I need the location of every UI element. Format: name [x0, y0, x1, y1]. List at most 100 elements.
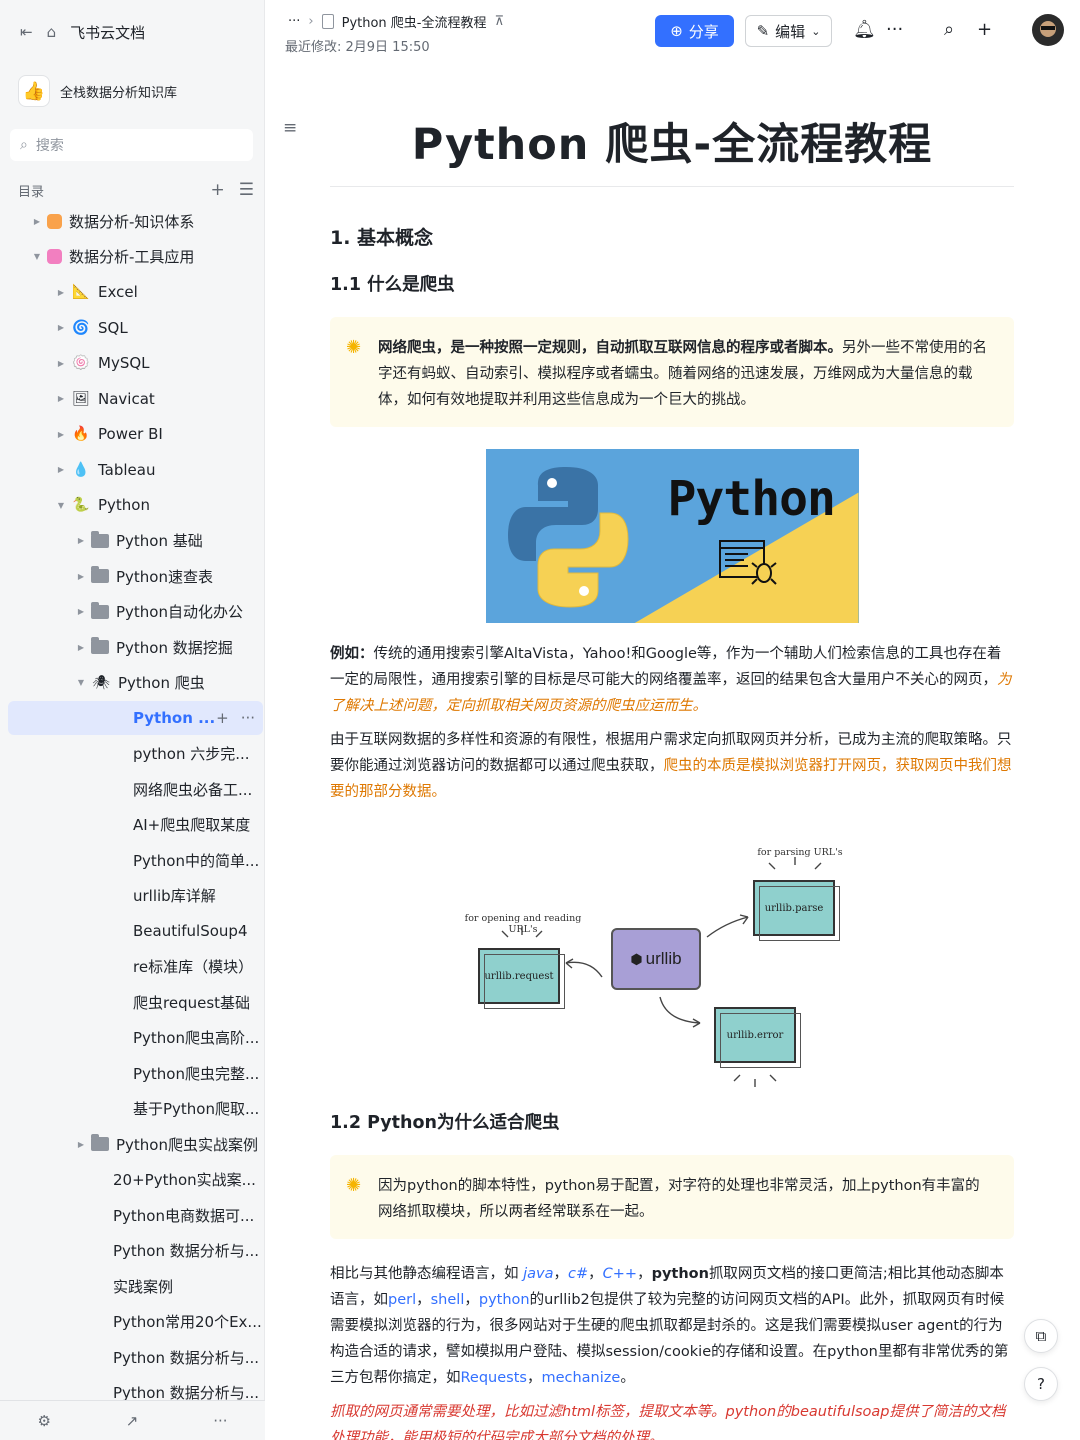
folder-icon: [91, 1134, 109, 1151]
tree-item[interactable]: Python常用20个Ex...: [8, 1305, 263, 1339]
knowledge-base-header[interactable]: 👍 全栈数据分析知识库: [18, 74, 254, 108]
callout-bold: 网络爬虫，是一种按照一定规则，自动抓取互联网信息的程序或者脚本。: [378, 340, 842, 356]
outline-icon[interactable]: ≡: [283, 118, 297, 138]
heading-2: 1.2 Python为什么适合爬虫: [330, 1113, 560, 1133]
doc-icon: [321, 14, 334, 29]
caret-right-icon[interactable]: ▶: [54, 323, 68, 332]
tree-item[interactable]: ▶ Python 基础: [8, 524, 263, 558]
tree-item[interactable]: ▶ Python速查表: [8, 559, 263, 593]
toc-header: 目录 + ☰: [18, 178, 254, 202]
tree-item[interactable]: 网络爬虫必备工...: [8, 772, 263, 806]
more-icon[interactable]: ···: [241, 709, 255, 727]
caret-right-icon[interactable]: ▶: [74, 536, 88, 545]
tree-item[interactable]: ▼ 🕷 Python 爬虫: [8, 666, 263, 700]
tree-item[interactable]: Python 数据分析与...: [8, 1234, 263, 1268]
caret-right-icon[interactable]: ▶: [74, 643, 88, 652]
tree-item[interactable]: Python爬虫高阶...: [8, 1021, 263, 1055]
tree-item[interactable]: 实践案例: [8, 1269, 263, 1303]
urllib-diagram: for parsing URL's for opening and readin…: [330, 825, 1014, 1095]
tree-item[interactable]: ▶ 🌀 SQL: [8, 311, 263, 345]
fish-icon: 🍥: [72, 355, 90, 371]
breadcrumb-more[interactable]: ···: [288, 14, 300, 29]
pencil-icon: ✎: [756, 22, 770, 40]
pin-icon[interactable]: ⊼: [495, 14, 505, 29]
collapse-sidebar-icon[interactable]: ⇤: [20, 23, 33, 41]
tree-item[interactable]: urllib库详解: [8, 879, 263, 913]
urllib-core-box: ⬢ urllib: [611, 928, 701, 990]
caret-right-icon[interactable]: ▶: [74, 572, 88, 581]
tree-item[interactable]: 爬虫request基础: [8, 985, 263, 1019]
tree-item[interactable]: ▶ Python 数据挖掘: [8, 630, 263, 664]
caret-right-icon[interactable]: ▶: [30, 217, 44, 226]
urllib-error-box: urllib.error: [714, 1007, 801, 1068]
paragraph: 抓取的网页通常需要处理，比如过滤html标签，提取文本等。python的beau…: [330, 1404, 1006, 1440]
search-icon: ⌕: [20, 137, 28, 153]
caret-right-icon[interactable]: ▶: [54, 394, 68, 403]
share-button[interactable]: ⊕ 分享: [655, 15, 734, 47]
app-name[interactable]: 飞书云文档: [70, 22, 145, 43]
tree-item-active[interactable]: Python ... + ···: [8, 701, 263, 735]
tree-item[interactable]: ▶ 🔥 Power BI: [8, 417, 263, 451]
caret-down-icon[interactable]: ▼: [54, 501, 68, 510]
tree-item[interactable]: ▼ 🐍 Python: [8, 488, 263, 522]
more-icon[interactable]: ···: [213, 1412, 227, 1430]
tree-item[interactable]: ▶ 🖼 Navicat: [8, 382, 263, 416]
tree-item[interactable]: ▼ 数据分析-工具应用: [8, 240, 263, 274]
bell-icon[interactable]: 🔔︎: [853, 19, 876, 40]
search-icon[interactable]: ⌕: [944, 19, 954, 40]
tree-item[interactable]: Python爬虫完整...: [8, 1056, 263, 1090]
tree-item[interactable]: AI+爬虫爬取某度: [8, 808, 263, 842]
tree-item[interactable]: Python中的简单...: [8, 843, 263, 877]
share-out-icon[interactable]: ↗: [126, 1412, 139, 1430]
tree-item[interactable]: ▶ 数据分析-知识体系: [8, 204, 263, 238]
more-icon[interactable]: ···: [886, 19, 903, 40]
list-settings-icon[interactable]: ☰: [239, 180, 254, 200]
tree-item[interactable]: 20+Python实战案...: [8, 1163, 263, 1197]
tree-item[interactable]: BeautifulSoup4: [8, 914, 263, 948]
globe-icon: ⊕: [670, 22, 683, 40]
caret-right-icon[interactable]: ▶: [74, 1140, 88, 1149]
banner-wordmark: Python: [667, 471, 836, 527]
urllib-parse-box: urllib.parse: [753, 880, 840, 941]
plus-icon[interactable]: +: [977, 19, 992, 40]
caret-down-icon[interactable]: ▼: [30, 252, 44, 261]
fire-icon: 🔥: [72, 426, 90, 442]
settings-icon[interactable]: ⚙: [37, 1412, 50, 1430]
home-icon[interactable]: ⌂: [47, 23, 57, 41]
tree-item[interactable]: ▶ 🍥 MySQL: [8, 346, 263, 380]
document-body: Python 爬虫-全流程教程 1. 基本概念 1.1 什么是爬虫 ✺ 网络爬虫…: [330, 62, 1014, 1440]
tree-item[interactable]: python 六步完...: [8, 737, 263, 771]
search-input[interactable]: ⌕ 搜索: [10, 129, 253, 161]
title-divider: [330, 186, 1014, 187]
caret-right-icon[interactable]: ▶: [54, 430, 68, 439]
caret-right-icon[interactable]: ▶: [74, 607, 88, 616]
lightbulb-icon: ✺: [346, 337, 362, 358]
tree-item[interactable]: Python电商数据可...: [8, 1198, 263, 1232]
tree-item[interactable]: ▶ Python自动化办公: [8, 595, 263, 629]
folder-icon: [91, 530, 109, 548]
caret-right-icon[interactable]: ▶: [54, 465, 68, 474]
caret-down-icon[interactable]: ▼: [74, 678, 88, 687]
add-icon[interactable]: +: [211, 180, 225, 200]
add-child-icon[interactable]: +: [216, 709, 229, 727]
avatar[interactable]: [1032, 14, 1064, 46]
python-logo-icon: ⬢: [630, 950, 643, 967]
tree-item[interactable]: re标准库（模块）: [8, 950, 263, 984]
tree-item[interactable]: 基于Python爬取...: [8, 1092, 263, 1126]
heading-1: 1. 基本概念: [330, 227, 434, 249]
swirl-icon: 🌀: [72, 319, 90, 336]
tree-item[interactable]: Python 数据分析与...: [8, 1376, 263, 1400]
search-placeholder: 搜索: [35, 138, 64, 154]
caret-right-icon[interactable]: ▶: [54, 288, 68, 297]
breadcrumb-title[interactable]: Python 爬虫-全流程教程: [342, 12, 487, 31]
caret-right-icon[interactable]: ▶: [54, 359, 68, 368]
help-icon[interactable]: ?: [1024, 1367, 1058, 1401]
tree-item[interactable]: ▶ 💧 Tableau: [8, 453, 263, 487]
tree-item[interactable]: Python 数据分析与...: [8, 1340, 263, 1374]
urllib-request-box: urllib.request: [478, 948, 565, 1009]
copy-link-icon[interactable]: ⧉: [1024, 1319, 1058, 1353]
chevron-right-icon: ›: [308, 14, 314, 29]
edit-mode-button[interactable]: ✎ 编辑 ⌄: [745, 15, 832, 47]
tree-item[interactable]: ▶ Python爬虫实战案例: [8, 1127, 263, 1161]
tree-item[interactable]: ▶ 📐 Excel: [8, 275, 263, 309]
